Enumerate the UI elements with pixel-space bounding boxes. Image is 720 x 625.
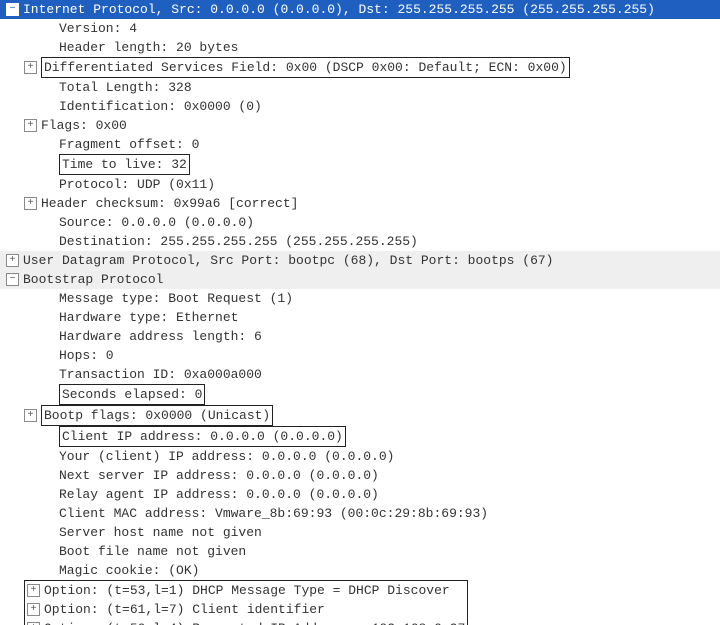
bootp-ciaddr-box: Client IP address: 0.0.0.0 (0.0.0.0) — [59, 426, 346, 447]
ip-identification[interactable]: Identification: 0x0000 (0) — [0, 97, 720, 116]
bootp-hops[interactable]: Hops: 0 — [0, 346, 720, 365]
dhcp-options-box: + Option: (t=53,l=1) DHCP Message Type =… — [24, 580, 468, 625]
bootp-flags[interactable]: + Bootp flags: 0x0000 (Unicast) — [0, 405, 720, 426]
bootp-secs-box: Seconds elapsed: 0 — [59, 384, 205, 405]
udp-header-text: User Datagram Protocol, Src Port: bootpc… — [23, 251, 554, 270]
bootp-file[interactable]: Boot file name not given — [0, 542, 720, 561]
collapse-icon[interactable]: − — [6, 3, 19, 16]
bootp-flags-box: Bootp flags: 0x0000 (Unicast) — [41, 405, 273, 426]
bootp-sname[interactable]: Server host name not given — [0, 523, 720, 542]
bootp-opt53[interactable]: + Option: (t=53,l=1) DHCP Message Type =… — [27, 581, 465, 600]
bootp-yiaddr[interactable]: Your (client) IP address: 0.0.0.0 (0.0.0… — [0, 447, 720, 466]
bootp-opt50[interactable]: + Option: (t=50,l=4) Requested IP Addres… — [27, 619, 465, 625]
ip-header-text: Internet Protocol, Src: 0.0.0.0 (0.0.0.0… — [23, 0, 655, 19]
ip-source[interactable]: Source: 0.0.0.0 (0.0.0.0) — [0, 213, 720, 232]
expand-icon[interactable]: + — [24, 119, 37, 132]
ip-version[interactable]: Version: 4 — [0, 19, 720, 38]
ip-checksum[interactable]: + Header checksum: 0x99a6 [correct] — [0, 194, 720, 213]
ip-protocol[interactable]: Protocol: UDP (0x11) — [0, 175, 720, 194]
bootp-giaddr[interactable]: Relay agent IP address: 0.0.0.0 (0.0.0.0… — [0, 485, 720, 504]
bootp-hw-type[interactable]: Hardware type: Ethernet — [0, 308, 720, 327]
expand-icon[interactable]: + — [24, 61, 37, 74]
bootp-opt61[interactable]: + Option: (t=61,l=7) Client identifier — [27, 600, 465, 619]
expand-icon[interactable]: + — [27, 584, 40, 597]
ip-total-length[interactable]: Total Length: 328 — [0, 78, 720, 97]
udp-header-row[interactable]: + User Datagram Protocol, Src Port: boot… — [0, 251, 720, 270]
bootp-header-text: Bootstrap Protocol — [23, 270, 163, 289]
bootp-magic[interactable]: Magic cookie: (OK) — [0, 561, 720, 580]
bootp-ciaddr[interactable]: Client IP address: 0.0.0.0 (0.0.0.0) — [0, 426, 720, 447]
ip-header-length[interactable]: Header length: 20 bytes — [0, 38, 720, 57]
bootp-secs[interactable]: Seconds elapsed: 0 — [0, 384, 720, 405]
ip-fragment-offset[interactable]: Fragment offset: 0 — [0, 135, 720, 154]
ip-ttl[interactable]: Time to live: 32 — [0, 154, 720, 175]
bootp-header-row[interactable]: − Bootstrap Protocol — [0, 270, 720, 289]
expand-icon[interactable]: + — [6, 254, 19, 267]
packet-details-pane: − Internet Protocol, Src: 0.0.0.0 (0.0.0… — [0, 0, 720, 625]
expand-icon[interactable]: + — [27, 603, 40, 616]
ip-destination[interactable]: Destination: 255.255.255.255 (255.255.25… — [0, 232, 720, 251]
collapse-icon[interactable]: − — [6, 273, 19, 286]
bootp-siaddr[interactable]: Next server IP address: 0.0.0.0 (0.0.0.0… — [0, 466, 720, 485]
bootp-hw-addr-len[interactable]: Hardware address length: 6 — [0, 327, 720, 346]
ip-dsf[interactable]: + Differentiated Services Field: 0x00 (D… — [0, 57, 720, 78]
bootp-chaddr[interactable]: Client MAC address: Vmware_8b:69:93 (00:… — [0, 504, 720, 523]
ip-header-row[interactable]: − Internet Protocol, Src: 0.0.0.0 (0.0.0… — [0, 0, 720, 19]
bootp-msg-type[interactable]: Message type: Boot Request (1) — [0, 289, 720, 308]
ip-ttl-box: Time to live: 32 — [59, 154, 190, 175]
expand-icon[interactable]: + — [24, 197, 37, 210]
ip-flags[interactable]: + Flags: 0x00 — [0, 116, 720, 135]
expand-icon[interactable]: + — [24, 409, 37, 422]
bootp-xid[interactable]: Transaction ID: 0xa000a000 — [0, 365, 720, 384]
ip-dsf-box: Differentiated Services Field: 0x00 (DSC… — [41, 57, 570, 78]
